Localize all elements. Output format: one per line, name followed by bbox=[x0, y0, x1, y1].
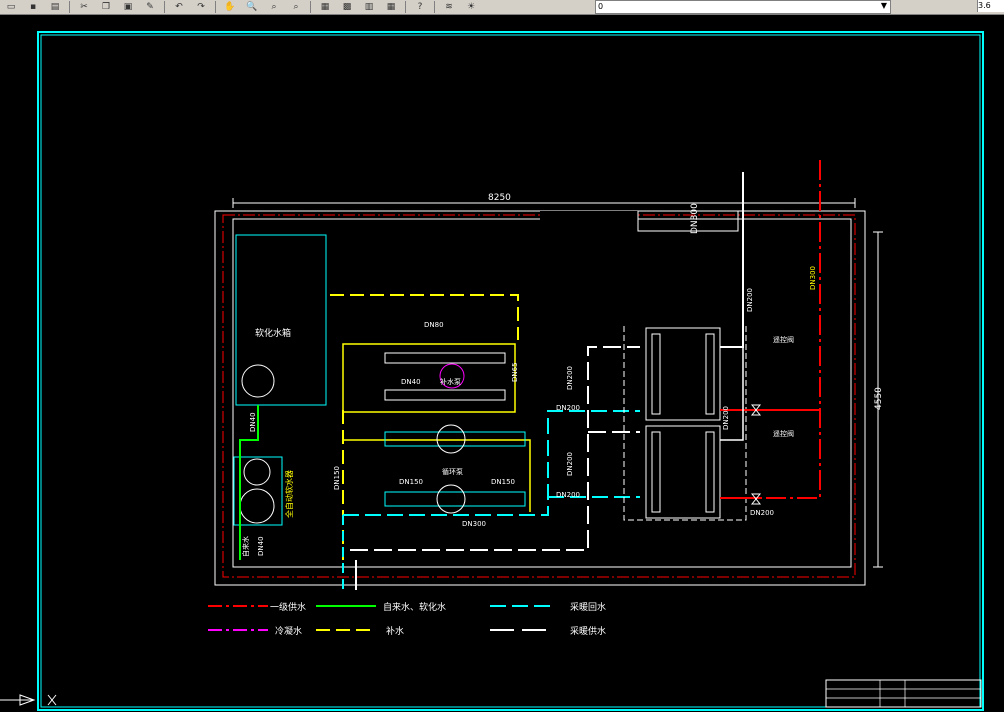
legend-label-condensate: 冷凝水 bbox=[275, 625, 302, 637]
makeup-water-branch bbox=[343, 439, 531, 512]
soft-water-tank bbox=[235, 234, 327, 406]
undo-icon[interactable]: ↶ bbox=[169, 1, 189, 13]
remote-valve-label-b: 遥控阀 bbox=[773, 429, 794, 438]
zoom-realtime-icon[interactable]: 🔍 bbox=[242, 1, 262, 13]
makeup-pump-2 bbox=[384, 389, 506, 401]
building-outer-wall bbox=[214, 210, 866, 586]
softener-tank-2 bbox=[239, 488, 275, 524]
door-opening bbox=[540, 211, 638, 225]
layer-dropdown[interactable]: 0 bbox=[595, 0, 891, 14]
heat-exchanger-1 bbox=[645, 327, 721, 421]
dn200-label-e: DN200 bbox=[722, 406, 730, 430]
dn40-label-a: DN40 bbox=[249, 412, 257, 432]
softener-tank-1 bbox=[243, 458, 271, 486]
pan-icon[interactable]: ✋ bbox=[220, 1, 240, 13]
soft-water-tank-label: 软化水箱 bbox=[255, 327, 291, 339]
dn40-label-c: DN40 bbox=[401, 378, 421, 386]
dn200-label-a: DN200 bbox=[556, 404, 580, 412]
paste-icon[interactable]: ▣ bbox=[118, 1, 138, 13]
roof-hatch-wall bbox=[637, 210, 739, 232]
dn200-label-f: DN200 bbox=[750, 509, 774, 517]
toolbar-separator bbox=[405, 1, 406, 13]
cut-icon[interactable]: ✂ bbox=[74, 1, 94, 13]
heat-exchanger-2 bbox=[645, 425, 721, 519]
zoom-previous-icon[interactable]: ⌕ bbox=[286, 1, 306, 13]
legend-label-primary-supply: 一级供水 bbox=[270, 601, 306, 613]
building-border-red bbox=[222, 214, 856, 578]
help-icon[interactable]: ? bbox=[410, 1, 430, 13]
drawing-canvas[interactable]: 8250 4550 软化水箱 全自动软水器 DN40 DN40 自来水 DN80… bbox=[0, 14, 1004, 712]
toolbar-separator bbox=[310, 1, 311, 13]
return-water-main bbox=[343, 410, 640, 516]
dimension-height: 4550 bbox=[874, 387, 884, 410]
toolbar-separator bbox=[69, 1, 70, 13]
tool-palette-icon[interactable]: ▥ bbox=[359, 1, 379, 13]
redo-icon[interactable]: ↷ bbox=[191, 1, 211, 13]
dn150-label-c: DN150 bbox=[491, 478, 515, 486]
legend-label-tap-water: 自来水、软化水 bbox=[383, 601, 446, 613]
circ-pump-motor-1 bbox=[436, 424, 466, 454]
hx-plate-1a bbox=[651, 333, 661, 415]
hx-plate-2b bbox=[705, 431, 715, 513]
dn40-label-b: DN40 bbox=[257, 536, 265, 556]
dn150-label-a: DN150 bbox=[333, 466, 341, 490]
legend-label-heating-return: 采暖回水 bbox=[570, 601, 606, 613]
makeup-water-line bbox=[330, 294, 519, 340]
supply-pump-label: 补水泵 bbox=[440, 377, 461, 386]
layer-manager-icon[interactable]: ≋ bbox=[439, 1, 459, 13]
circ-pump-motor-2 bbox=[436, 484, 466, 514]
dn300-label-bottom: DN300 bbox=[462, 520, 486, 528]
toolbar-separator bbox=[434, 1, 435, 13]
title-block bbox=[825, 679, 982, 708]
dn200-label-b: DN200 bbox=[556, 491, 580, 499]
supply-water-main bbox=[350, 346, 640, 551]
dimension-width: 8250 bbox=[488, 193, 511, 203]
hx-plate-2a bbox=[651, 431, 661, 513]
open-icon[interactable]: ▭ bbox=[1, 1, 21, 13]
primary-return-riser bbox=[720, 172, 744, 348]
save-icon[interactable]: ▪ bbox=[23, 1, 43, 13]
legend-label-heating-supply: 采暖供水 bbox=[570, 625, 606, 637]
toolbar-separator bbox=[164, 1, 165, 13]
dn150-label-b: DN150 bbox=[399, 478, 423, 486]
dn300-label-top: DN300 bbox=[690, 203, 700, 234]
circ-pump-1 bbox=[384, 431, 526, 447]
dn200-label-g: DN200 bbox=[746, 288, 754, 312]
chevron-down-icon[interactable]: ▼ bbox=[879, 0, 889, 12]
tank-float-circle bbox=[241, 364, 275, 398]
copy-icon[interactable]: ❐ bbox=[96, 1, 116, 13]
calculator-icon[interactable]: ▦ bbox=[381, 1, 401, 13]
makeup-pump-1 bbox=[384, 352, 506, 364]
design-center-icon[interactable]: ▩ bbox=[337, 1, 357, 13]
dn200-label-c: DN200 bbox=[566, 366, 574, 390]
dn300-label-right: DN300 bbox=[809, 266, 817, 290]
print-icon[interactable]: ▤ bbox=[45, 1, 65, 13]
zoom-window-icon[interactable]: ⌕ bbox=[264, 1, 284, 13]
layer-state-icon[interactable]: ☀ bbox=[461, 1, 481, 13]
tap-water-label: 自来水 bbox=[241, 536, 250, 557]
legend-label-makeup: 补水 bbox=[386, 625, 404, 637]
hx-plate-1b bbox=[705, 333, 715, 415]
properties-icon[interactable]: ▦ bbox=[315, 1, 335, 13]
water-softener bbox=[233, 456, 283, 526]
match-properties-icon[interactable]: ✎ bbox=[140, 1, 160, 13]
dn200-label-d: DN200 bbox=[566, 452, 574, 476]
makeup-pump-frame bbox=[342, 343, 516, 413]
toolbar-separator bbox=[215, 1, 216, 13]
dn65-label: DN65 bbox=[511, 362, 519, 382]
remote-valve-label-a: 遥控阀 bbox=[773, 335, 794, 344]
circ-pump-2 bbox=[384, 491, 526, 507]
softener-label: 全自动软水器 bbox=[284, 470, 294, 518]
circ-pump-label: 循环泵 bbox=[442, 467, 463, 476]
scale-field[interactable]: 3.6 bbox=[977, 0, 1004, 12]
dn80-label: DN80 bbox=[424, 321, 444, 329]
